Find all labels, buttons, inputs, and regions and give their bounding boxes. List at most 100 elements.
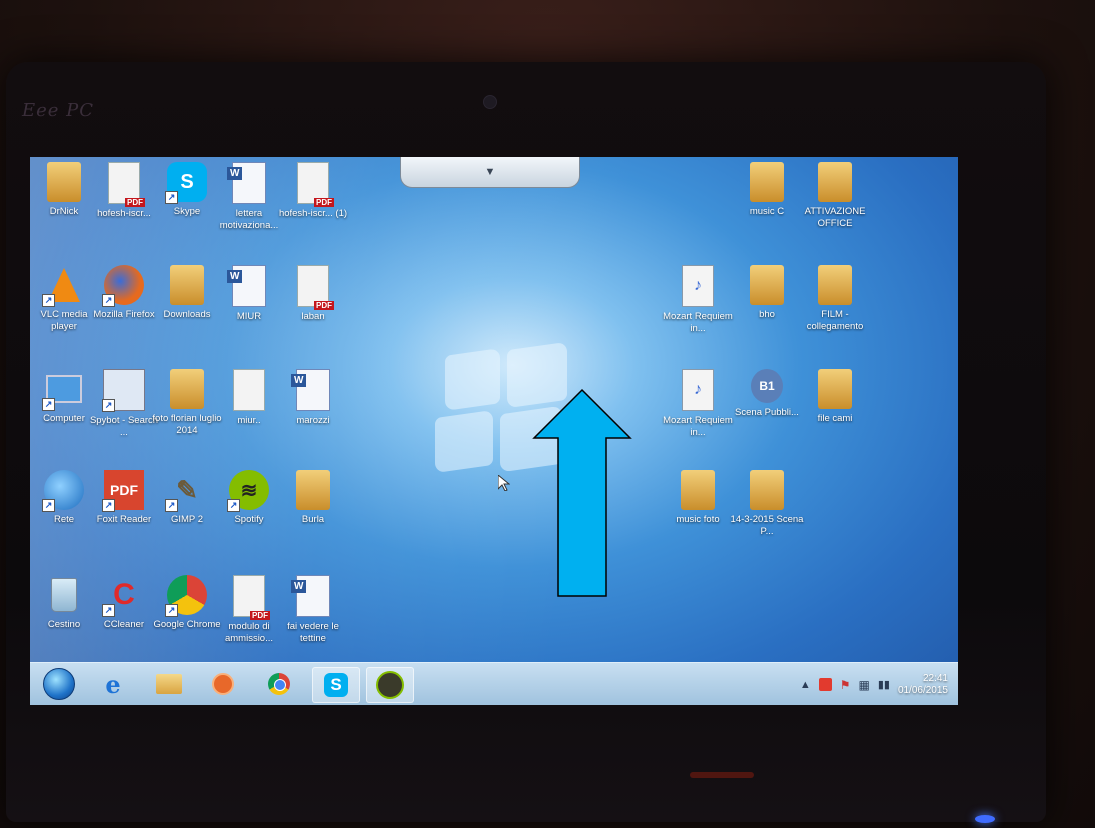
show-hidden-icons-icon[interactable]: ▲ <box>800 679 811 691</box>
desktop-icon[interactable]: bho <box>730 265 804 321</box>
shortcut-arrow-icon: ↗ <box>227 499 240 512</box>
spotify-icon <box>376 671 404 699</box>
folder-icon <box>170 369 204 409</box>
desktop-icon[interactable]: Wmarozzi <box>276 369 350 427</box>
word-document-icon: W <box>227 265 266 307</box>
spotify-icon: ≋ ↗ <box>227 470 269 512</box>
taskbar-clock[interactable]: 22:41 01/06/2015 <box>898 673 948 697</box>
chrome-icon <box>268 673 290 695</box>
desktop-icon-label: Spotify <box>234 514 264 525</box>
desktop-icon[interactable]: 14-3-2015 Scena P... <box>730 470 804 538</box>
chrome-taskbar-button[interactable] <box>256 667 302 701</box>
desktop-icon[interactable]: ≋ ↗ Spotify <box>212 470 286 526</box>
folder-icon <box>818 265 852 305</box>
windows-orb-icon <box>43 668 75 700</box>
word-document-icon: W <box>291 575 330 617</box>
mp3-file-icon: ♪ <box>682 265 714 307</box>
desktop-icon-label: FILM - collegamento <box>806 309 864 332</box>
desktop-icon[interactable]: ♪ Mozart Requiem in... <box>661 265 735 335</box>
clock-date: 01/06/2015 <box>897 684 948 696</box>
start-button[interactable] <box>36 667 82 701</box>
skype-taskbar-button[interactable]: S <box>312 667 360 703</box>
desktop-icon[interactable]: ♪ Mozart Requiem in... <box>661 369 735 439</box>
desktop-icon[interactable]: file cami <box>798 369 872 425</box>
shortcut-arrow-icon: ↗ <box>42 398 55 411</box>
desktop-icon[interactable]: PDF laban <box>276 265 350 323</box>
desktop-icon[interactable]: B1 Scena Pubbli... <box>730 369 804 419</box>
desktop-icon-label: lettera motivaziona... <box>219 208 279 231</box>
desktop-icon[interactable]: FILM - collegamento <box>798 265 872 333</box>
desktop-icon[interactable]: miur.. <box>212 369 286 427</box>
skype-icon: S ↗ <box>165 162 207 204</box>
pdf-document-icon: PDF <box>297 265 334 310</box>
desktop-icon-label: music foto <box>676 514 720 525</box>
desktop-icon[interactable]: PDF hofesh-iscr... (1) <box>276 162 350 220</box>
chevron-down-icon: ▼ <box>484 166 496 178</box>
shortcut-arrow-icon: ↗ <box>42 294 55 307</box>
desktop-icon-label: Mozart Requiem in... <box>663 415 733 438</box>
desktop-icon-label: marozzi <box>296 415 330 426</box>
folder-icon <box>750 265 784 305</box>
desktop-icon-label: ATTIVAZIONE OFFICE <box>804 206 866 229</box>
action-center-flag-icon[interactable]: ⚑ <box>840 678 851 692</box>
folder-icon <box>296 470 330 510</box>
shortcut-arrow-icon: ↗ <box>102 399 115 412</box>
document-icon <box>233 369 265 411</box>
folder-icon <box>47 162 81 202</box>
firefox-icon: ↗ <box>102 265 144 307</box>
tablet-input-handle[interactable]: ▼ <box>400 157 580 188</box>
desktop-screen: ▼ DrNick PDF hofesh-iscr... S ↗ Skype Wlettera… <box>30 157 958 705</box>
desktop-icon[interactable]: Wfai vedere le tettine <box>276 575 350 645</box>
pdf-document-icon: PDF <box>108 162 145 207</box>
desktop-icon[interactable]: Burla <box>276 470 350 526</box>
up-arrow-annotation <box>532 388 632 597</box>
media-player-icon <box>212 673 234 695</box>
power-led <box>975 815 995 823</box>
desktop-icon-label: bho <box>759 309 775 320</box>
mouse-cursor-icon <box>498 475 510 491</box>
clock-time: 22:41 <box>922 672 948 684</box>
folder-icon <box>170 265 204 305</box>
desktop-icon-label: modulo di ammissio... <box>224 621 274 644</box>
system-tray: ▲ ⚑ ▦ ▮▮ 22:41 01/06/2015 <box>800 663 948 705</box>
desktop-icon[interactable]: ATTIVAZIONE OFFICE <box>798 162 872 230</box>
shortcut-arrow-icon: ↗ <box>102 294 115 307</box>
file-explorer-button[interactable] <box>146 667 192 701</box>
shortcut-arrow-icon: ↗ <box>102 604 115 617</box>
computer-icon: ↗ <box>42 369 84 411</box>
network-globe-icon: ↗ <box>42 470 84 512</box>
pdf-document-icon: PDF <box>297 162 334 207</box>
internet-explorer-button[interactable]: e <box>90 667 136 701</box>
spotify-taskbar-button[interactable] <box>366 667 414 703</box>
word-document-icon: W <box>291 369 330 411</box>
mp3-file-icon: ♪ <box>682 369 714 411</box>
volume-signal-icon[interactable]: ▮▮ <box>878 678 890 691</box>
media-player-button[interactable] <box>200 667 246 701</box>
folder-icon <box>750 470 784 510</box>
shortcut-arrow-icon: ↗ <box>165 191 178 204</box>
recycle-bin-icon <box>44 575 84 615</box>
desktop-icon-label: file cami <box>817 413 853 424</box>
ccleaner-icon: C ↗ <box>102 575 144 617</box>
desktop-icon[interactable]: Wlettera motivaziona... <box>212 162 286 232</box>
laptop-brand-logo: Eee PC <box>22 100 95 121</box>
pdf-document-icon: PDF <box>233 575 270 620</box>
shortcut-arrow-icon: ↗ <box>102 499 115 512</box>
desktop-icon-label: fai vedere le tettine <box>287 621 339 644</box>
foxit-reader-icon: PDF ↗ <box>102 470 144 512</box>
desktop-icon[interactable]: music foto <box>661 470 735 526</box>
desktop-icon-label: Mozart Requiem in... <box>663 311 733 334</box>
desktop-icon[interactable]: music C <box>730 162 804 218</box>
adobe-tray-icon[interactable] <box>818 678 832 691</box>
laptop-hinge-indicator <box>690 772 754 778</box>
network-tray-icon[interactable]: ▦ <box>858 678 869 692</box>
shortcut-arrow-icon: ↗ <box>42 499 55 512</box>
folder-icon <box>750 162 784 202</box>
desktop-icon-label: laban <box>301 311 325 322</box>
desktop-icon[interactable]: W MIUR <box>212 265 286 323</box>
desktop-icon[interactable]: PDF modulo di ammissio... <box>212 575 286 645</box>
shortcut-arrow-icon: ↗ <box>165 604 178 617</box>
word-document-icon: W <box>227 162 266 204</box>
folder-icon <box>818 369 852 409</box>
desktop-icon-label: Scena Pubbli... <box>735 407 799 418</box>
